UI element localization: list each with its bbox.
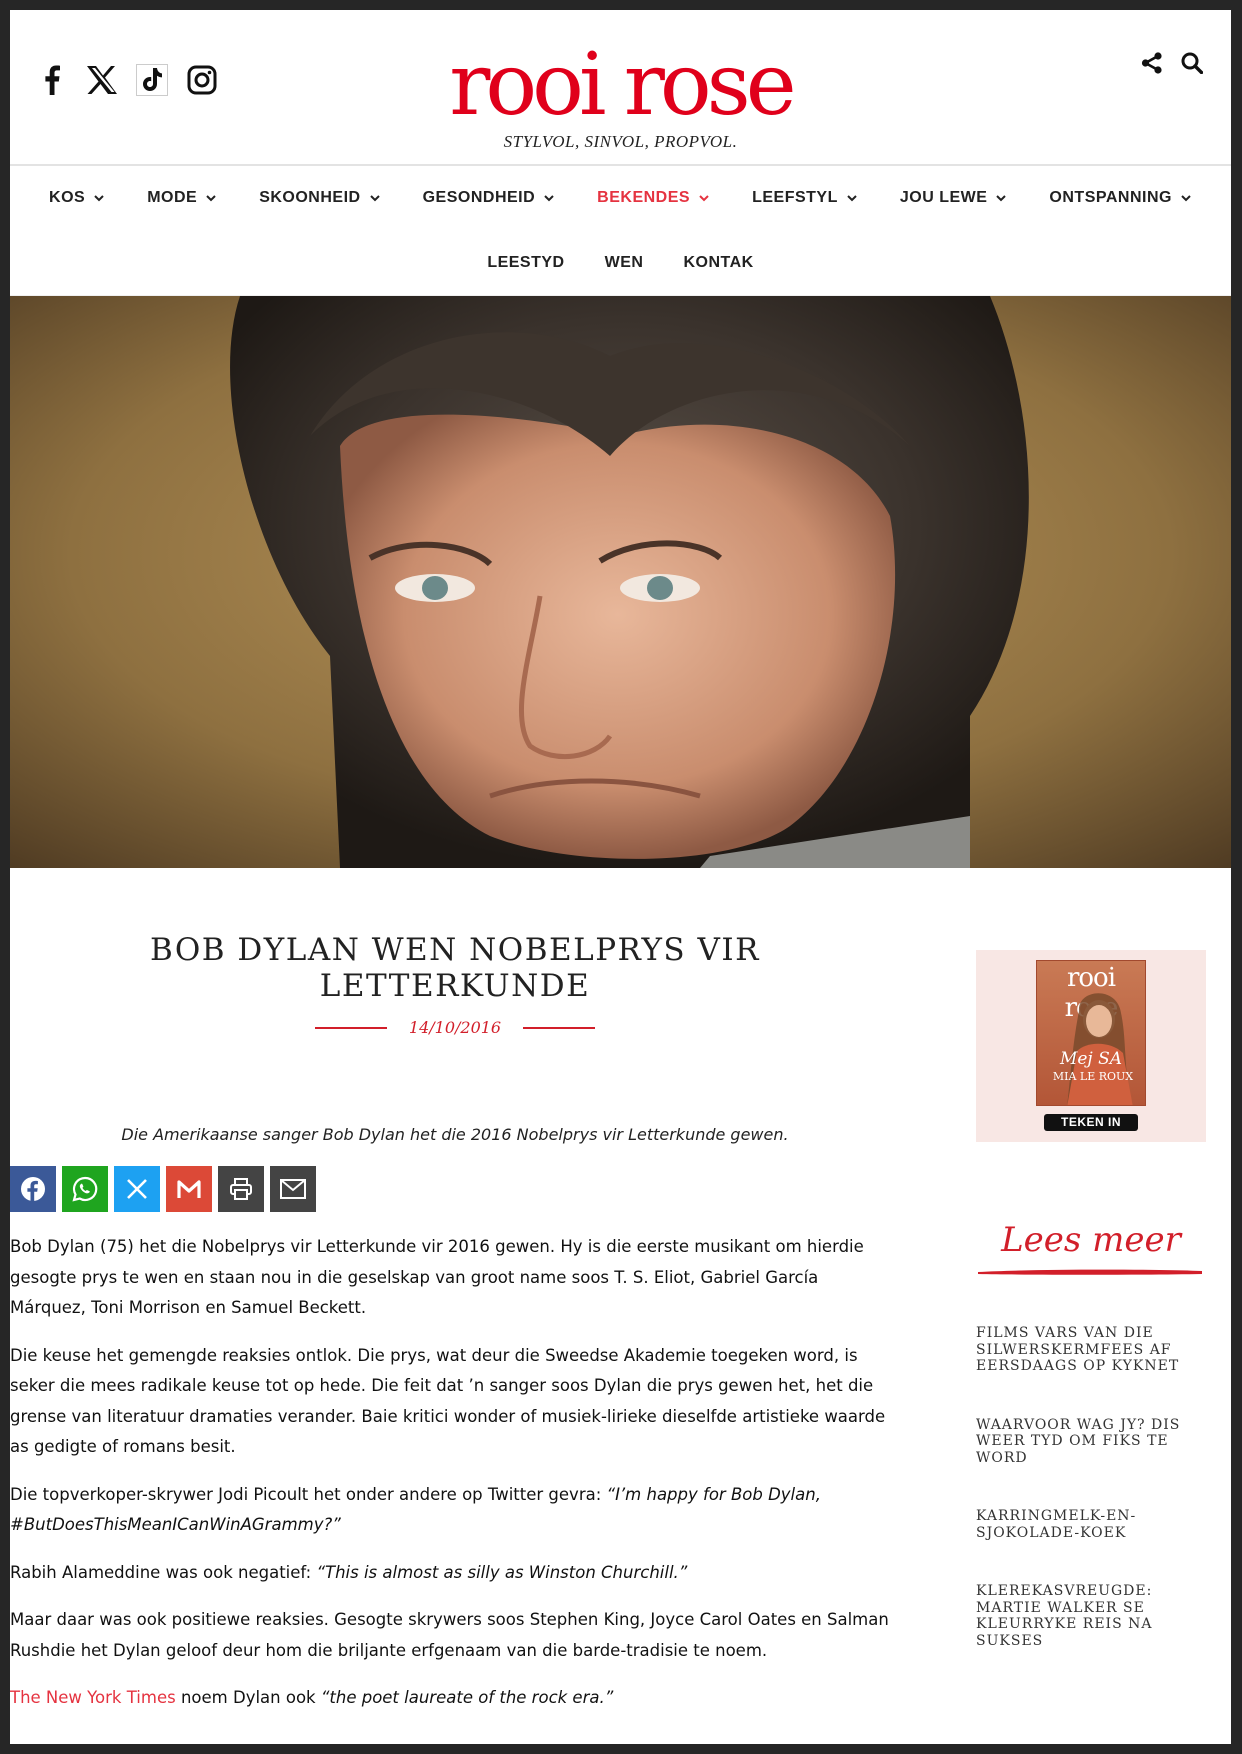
paragraph: Die keuse het gemengde reaksies ontlok. … [10,1345,886,1457]
nav-item-skoonheid[interactable]: SKOONHEID [259,189,380,207]
magazine-cover: rooi rose Mej SA MIA LE ROUX [1036,960,1146,1106]
article-intro: Die Amerikaanse sanger Bob Dylan het die… [121,1125,789,1144]
hero-photo [10,296,1231,868]
paragraph: The New York Times noem Dylan ook “the p… [10,1683,890,1714]
nav-item-gesondheid[interactable]: GESONDHEID [423,189,556,207]
sidebar: rooi rose Mej SA MIA LE ROUX TEKEN IN Le… [976,950,1206,1691]
chevron-down-icon [996,195,1007,202]
chevron-down-icon [369,195,380,202]
nav-item-label: JOU LEWE [899,189,988,206]
share-whatsapp-button[interactable] [62,1166,108,1212]
whatsapp-icon [72,1176,98,1202]
nyt-link[interactable]: The New York Times [10,1688,176,1707]
site-tagline: STYLVOL, SINVOL, PROPVOL. [503,132,738,151]
logo-wordmark: rooi rose [449,35,796,135]
main-nav: KOS MODE SKOONHEID GESONDHEID BEKENDES L… [10,166,1231,296]
subscribe-promo[interactable]: rooi rose Mej SA MIA LE ROUX TEKEN IN [976,950,1206,1142]
paragraph-text: noem Dylan ook [175,1688,321,1707]
paragraph: Maar daar was ook positiewe reaksies. Ge… [10,1610,889,1660]
page: rooi rose STYLVOL, SINVOL, PROPVOL. KOS … [10,10,1231,1744]
nav-item-label: MODE [147,189,198,206]
read-more-heading: Lees meer [1001,1220,1181,1260]
related-article-link[interactable]: FILMS VARS VAN DIE SILWERSKERMFEES AF EE… [976,1325,1206,1375]
nav-item-leestyd[interactable]: LEESTYD [487,254,564,272]
nav-item-jou-lewe[interactable]: JOU LEWE [900,189,1008,207]
article-body: Bob Dylan (75) het die Nobelprys vir Let… [10,1232,900,1714]
article-date: 14/10/2016 [408,1018,502,1037]
article: BOB DYLAN WEN NOBELPRYS VIR LETTERKUNDE … [10,868,900,1731]
print-icon [230,1178,252,1200]
brush-divider [978,1269,1202,1275]
share-email-button[interactable] [270,1166,316,1212]
nav-item-label: ONTSPANNING [1049,189,1172,206]
nav-item-label: SKOONHEID [259,189,361,206]
subscribe-button[interactable]: TEKEN IN [1044,1114,1138,1131]
nav-item-leefstyl[interactable]: LEEFSTYL [752,189,858,207]
share-facebook-button[interactable] [10,1166,56,1212]
cover-name: MIA LE ROUX [1052,1070,1134,1083]
nav-item-label: LEEFSTYL [752,189,838,206]
share-x-button[interactable] [114,1166,160,1212]
related-articles: FILMS VARS VAN DIE SILWERSKERMFEES AF EE… [976,1325,1206,1649]
search-icon[interactable] [1181,52,1204,78]
cover-kicker: Mej SA [1059,1049,1123,1069]
paragraph: Rabih Alameddine was ook negatief: “This… [10,1558,890,1589]
nav-item-label: BEKENDES [597,189,691,206]
related-article-link[interactable]: KLEREKASVREUGDE: MARTIE WALKER SE KLEURR… [976,1583,1206,1649]
divider [314,1026,387,1029]
share-bar [10,1166,900,1212]
site-header: rooi rose STYLVOL, SINVOL, PROPVOL. [10,10,1231,166]
nav-item-ontspanning[interactable]: ONTSPANNING [1049,189,1192,207]
email-icon [280,1179,306,1199]
chevron-down-icon [699,195,709,202]
x-icon [127,1179,147,1199]
nav-item-wen[interactable]: WEN [605,254,644,272]
header-tools [1141,52,1204,78]
nav-item-kontak[interactable]: KONTAK [683,254,753,272]
article-dateline: 14/10/2016 [10,1018,900,1037]
paragraph: Bob Dylan (75) het die Nobelprys vir Let… [10,1237,864,1317]
paragraph-text: Rabih Alameddine was ook negatief: [10,1562,317,1582]
nav-row-primary: KOS MODE SKOONHEID GESONDHEID BEKENDES L… [10,166,1231,230]
chevron-down-icon [544,195,554,202]
nav-item-mode[interactable]: MODE [147,189,217,207]
share-gmail-button[interactable] [166,1166,212,1212]
chevron-down-icon [206,195,216,202]
nav-item-bekendes[interactable]: BEKENDES [597,189,710,207]
nav-item-label: KOS [49,189,86,206]
share-icon[interactable] [1141,52,1163,78]
chevron-down-icon [847,195,857,202]
cover-model-image [1067,993,1133,1105]
chevron-down-icon [1181,195,1191,202]
related-article-link[interactable]: KARRINGMELK-EN-SJOKOLADE-KOEK [976,1508,1206,1541]
print-button[interactable] [218,1166,264,1212]
divider [523,1026,596,1029]
article-title: BOB DYLAN WEN NOBELPRYS VIR LETTERKUNDE [150,932,760,1004]
quote: “the poet laureate of the rock era.” [320,1688,614,1707]
gmail-icon [177,1180,201,1198]
site-logo[interactable]: rooi rose STYLVOL, SINVOL, PROPVOL. [10,42,1231,152]
chevron-down-icon [94,195,104,202]
paragraph: Die topverkoper-skrywer Jodi Picoult het… [10,1480,890,1541]
nav-item-kos[interactable]: KOS [49,189,105,207]
nav-item-label: GESONDHEID [422,189,536,206]
paragraph-text: Die topverkoper-skrywer Jodi Picoult het… [10,1484,607,1504]
nav-row-secondary: LEESTYD WEN KONTAK [10,230,1231,296]
related-article-link[interactable]: WAARVOOR WAG JY? DIS WEER TYD OM FIKS TE… [976,1417,1206,1467]
facebook-icon [21,1177,45,1202]
quote: “This is almost as silly as Winston Chur… [316,1562,688,1582]
